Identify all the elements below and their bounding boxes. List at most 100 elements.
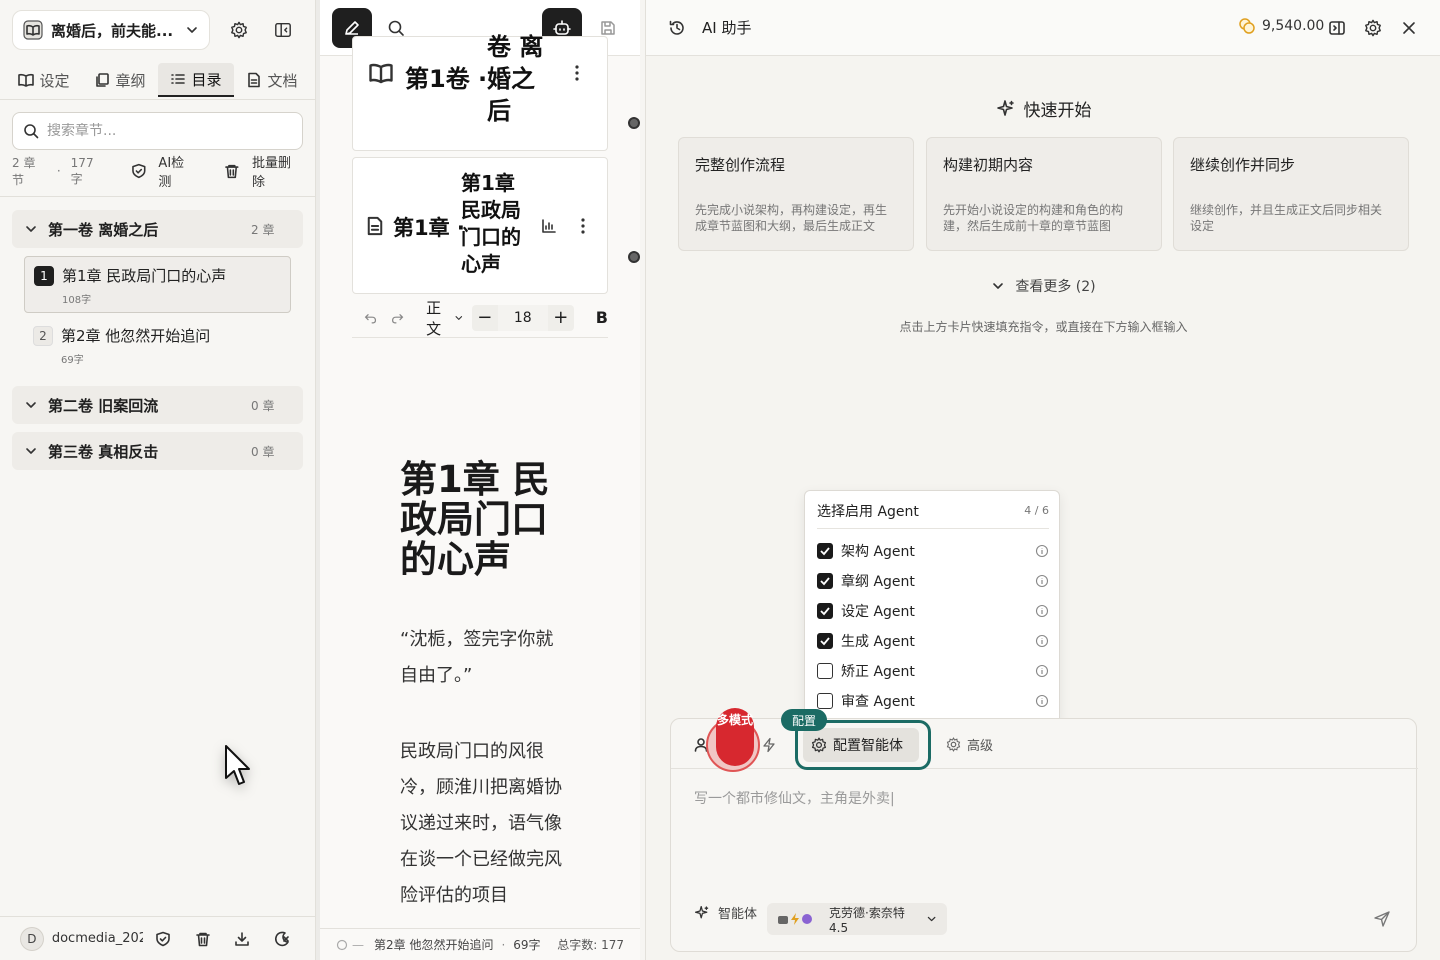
settings-icon bbox=[811, 737, 827, 753]
volume-3[interactable]: 第三卷 真相反击 0 章 bbox=[12, 432, 303, 470]
info-icon[interactable] bbox=[1035, 634, 1049, 648]
info-icon[interactable] bbox=[1035, 544, 1049, 558]
font-size-value[interactable]: 18 bbox=[497, 304, 548, 331]
paragraph-style-select[interactable]: 正文 bbox=[426, 297, 464, 339]
download-icon[interactable] bbox=[223, 927, 263, 951]
sidebar: 离婚后，前夫能... 设定 章纲 目录 文档 2 章节 · bbox=[0, 0, 316, 960]
mouse-cursor-icon bbox=[225, 745, 250, 785]
config-badge: 配置 bbox=[781, 709, 827, 731]
chevron-down-icon bbox=[927, 916, 936, 922]
multi-mode-badge[interactable]: 多模式 bbox=[706, 708, 762, 772]
theme-toggle-icon[interactable] bbox=[262, 927, 302, 951]
book-selector[interactable]: 离婚后，前夫能... bbox=[12, 10, 210, 50]
paragraph[interactable]: 民政局门口的风很冷，顾淮川把离婚协议递过来时，语气像在谈一个已经做完风险评估的项… bbox=[400, 734, 565, 922]
chapter-search bbox=[12, 112, 303, 150]
settings-icon[interactable] bbox=[227, 18, 251, 42]
more-vertical-icon[interactable] bbox=[569, 63, 585, 83]
volume-1[interactable]: 第一卷 离婚之后 2 章 bbox=[12, 210, 303, 248]
document-title[interactable]: 第1章 民政局门口的心声 bbox=[400, 460, 570, 580]
decrease-font-button[interactable]: − bbox=[472, 307, 498, 328]
circle-icon bbox=[336, 939, 348, 950]
info-icon[interactable] bbox=[1035, 574, 1049, 588]
font-size-stepper: − 18 + bbox=[471, 304, 574, 331]
info-icon[interactable] bbox=[1035, 664, 1049, 678]
search-input[interactable] bbox=[47, 123, 287, 139]
agent-mode-button[interactable]: 智能体 bbox=[694, 903, 757, 922]
coins-icon bbox=[1239, 18, 1255, 34]
trash-icon[interactable] bbox=[183, 927, 223, 951]
quick-card-continue-sync[interactable]: 继续创作并同步 继续创作，并且生成正文后同步相关设定 bbox=[1173, 137, 1409, 251]
agent-option-review[interactable]: 审查 Agent bbox=[817, 689, 1049, 713]
agent-option-architecture[interactable]: 架构 Agent bbox=[817, 539, 1049, 563]
collapse-sidebar-icon[interactable] bbox=[271, 18, 295, 42]
paragraph[interactable]: “沈栀，签完字你就自由了。” bbox=[400, 622, 565, 694]
search-icon bbox=[24, 124, 39, 139]
editor-pane: 第1卷 · 卷 离 婚之 后 第1章 · 第1章 民政局 门口的 心声 正文 −… bbox=[320, 0, 640, 960]
config-agent-button[interactable]: 配置智能体 bbox=[803, 728, 919, 762]
chevron-down-icon bbox=[455, 315, 463, 320]
chevron-down-icon bbox=[26, 226, 36, 232]
lightning-icon[interactable] bbox=[761, 737, 777, 753]
checkbox[interactable] bbox=[817, 543, 833, 559]
bar-chart-icon[interactable] bbox=[541, 218, 557, 234]
agent-option-generate[interactable]: 生成 Agent bbox=[817, 629, 1049, 653]
close-icon[interactable] bbox=[1401, 20, 1417, 36]
send-icon[interactable] bbox=[1373, 910, 1391, 928]
drag-handle[interactable] bbox=[628, 117, 640, 129]
settings-icon bbox=[946, 737, 961, 752]
volume-card[interactable]: 第1卷 · 卷 离 婚之 后 bbox=[352, 33, 608, 151]
volume-2[interactable]: 第二卷 旧案回流 0 章 bbox=[12, 386, 303, 424]
username: docmedia_202... bbox=[51, 931, 144, 946]
popup-title: 选择启用 Agent bbox=[817, 504, 919, 520]
increase-font-button[interactable]: + bbox=[548, 307, 574, 328]
quick-card-initial-content[interactable]: 构建初期内容 先开始小说设定的构建和角色的构建，然后生成前十章的章节蓝图 bbox=[926, 137, 1162, 251]
more-vertical-icon[interactable] bbox=[575, 216, 591, 236]
prompt-input[interactable] bbox=[694, 788, 1384, 868]
tab-documents[interactable]: 文档 bbox=[234, 63, 310, 97]
editor-status-bar: — 第2章 他忽然开始追问 · 69字 总字数: 177 bbox=[320, 928, 640, 960]
checkbox[interactable] bbox=[817, 663, 833, 679]
chapter-item-1[interactable]: 1 第1章 民政局门口的心声 108字 bbox=[24, 256, 291, 313]
document-icon bbox=[248, 72, 261, 88]
avatar[interactable]: D bbox=[20, 926, 44, 951]
chapter-item-2[interactable]: 2 第2章 他忽然开始追问 69字 bbox=[24, 317, 291, 374]
info-icon[interactable] bbox=[1035, 694, 1049, 708]
chapter-card[interactable]: 第1章 · 第1章 民政局 门口的 心声 bbox=[352, 157, 608, 294]
quick-card-full-flow[interactable]: 完整创作流程 先完成小说架构，再构建设定，再生成章节蓝图和大纲，最后生成正文 bbox=[678, 137, 914, 251]
bold-button[interactable]: B bbox=[596, 308, 608, 327]
checkbox[interactable] bbox=[817, 633, 833, 649]
agent-option-outline[interactable]: 章纲 Agent bbox=[817, 569, 1049, 593]
info-icon[interactable] bbox=[1035, 604, 1049, 618]
quick-start-heading: 快速开始 bbox=[646, 96, 1440, 121]
redo-icon[interactable] bbox=[391, 310, 404, 326]
checkbox[interactable] bbox=[817, 573, 833, 589]
batch-delete-button[interactable]: 批量删除 bbox=[224, 152, 303, 190]
panel-layout-icon[interactable] bbox=[1328, 19, 1346, 37]
book-open-icon bbox=[369, 63, 393, 84]
settings-icon[interactable] bbox=[1364, 19, 1382, 37]
ai-check-button[interactable]: AI检测 bbox=[131, 152, 197, 190]
see-more-button[interactable]: 查看更多 (2) bbox=[646, 276, 1440, 296]
agent-option-correct[interactable]: 矫正 Agent bbox=[817, 659, 1049, 683]
drag-handle[interactable] bbox=[628, 251, 640, 263]
advanced-button[interactable]: 高级 bbox=[946, 735, 993, 754]
sparkle-icon bbox=[996, 99, 1014, 116]
sidebar-footer: D docmedia_202... bbox=[0, 916, 316, 960]
ai-panel-title: AI 助手 bbox=[702, 19, 752, 37]
book-title: 离婚后，前夫能... bbox=[51, 21, 174, 40]
checkbox[interactable] bbox=[817, 693, 833, 709]
tab-outline[interactable]: 章纲 bbox=[82, 63, 158, 97]
model-selector[interactable]: 克劳德·索奈特4.5 bbox=[767, 903, 947, 935]
total-word-count: 总字数: 177 bbox=[557, 938, 624, 952]
history-icon[interactable] bbox=[668, 19, 686, 37]
tab-settings[interactable]: 设定 bbox=[6, 63, 82, 97]
chapter-stats: 2 章节 · 177 字 AI检测 批量删除 bbox=[12, 156, 303, 191]
tab-catalog[interactable]: 目录 bbox=[158, 63, 234, 97]
undo-icon[interactable] bbox=[364, 310, 377, 326]
chevron-down-icon bbox=[26, 448, 36, 454]
checkbox[interactable] bbox=[817, 603, 833, 619]
shield-check-icon[interactable] bbox=[143, 927, 183, 951]
ai-header: AI 助手 9,540.00 bbox=[646, 0, 1440, 56]
lightning-icon bbox=[791, 913, 799, 925]
agent-option-settings[interactable]: 设定 Agent bbox=[817, 599, 1049, 623]
